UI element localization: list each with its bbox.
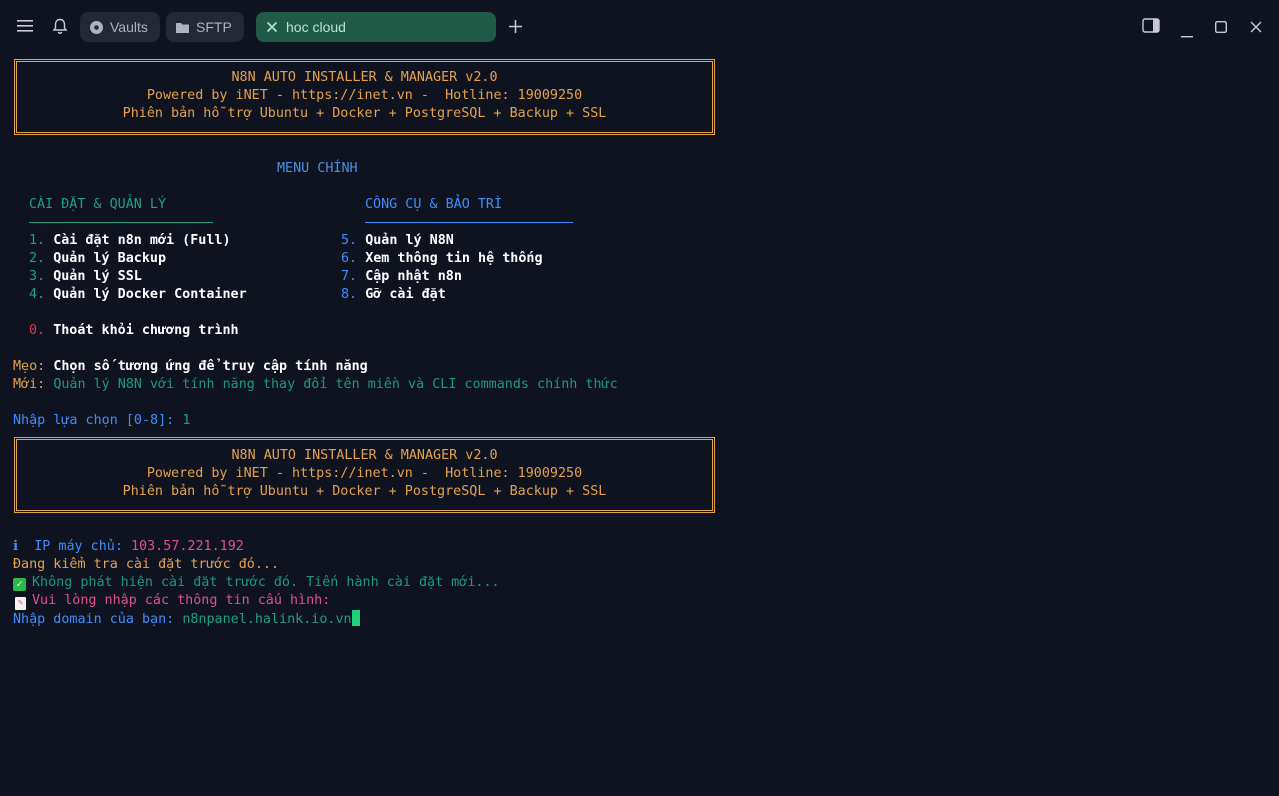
- menu-item-6: 6. Xem thông tin hệ thống: [341, 251, 543, 266]
- choice-prompt: Nhập lựa chọn [0-8]: 1: [13, 413, 191, 428]
- tab-vaults[interactable]: Vaults: [80, 12, 160, 42]
- menu-item-7: 7. Cập nhật n8n: [341, 269, 462, 284]
- menu-item-2: 2. Quản lý Backup: [29, 251, 167, 266]
- domain-input-value: n8npanel.halink.io.vn: [182, 612, 352, 627]
- tab-hoc-cloud[interactable]: hoc cloud: [256, 12, 496, 42]
- new-feature-line: Mới: Quản lý N8N với tính năng thay đổi …: [13, 377, 618, 392]
- menu-item-3: 3. Quản lý SSL: [29, 269, 142, 284]
- right-section-header: CÔNG CỤ & BẢO TRÌ: [365, 197, 503, 212]
- hamburger-menu-icon[interactable]: [17, 19, 33, 37]
- tip-line: Mẹo: Chọn số tương ứng để truy cập tính …: [13, 359, 368, 374]
- maximize-icon[interactable]: [1214, 20, 1228, 37]
- banner-box: N8N AUTO INSTALLER & MANAGER v2.0 Powere…: [14, 437, 715, 513]
- banner-title: N8N AUTO INSTALLER & MANAGER v2.0: [231, 448, 498, 463]
- menu-item-8: 8. Gỡ cài đặt: [341, 287, 446, 302]
- close-window-icon[interactable]: [1250, 21, 1262, 37]
- vault-icon: [88, 19, 104, 35]
- left-header-underline: [29, 222, 213, 223]
- banner-powered: Powered by iNET - https://inet.vn - Hotl…: [146, 88, 583, 103]
- tab-label: SFTP: [196, 19, 232, 35]
- menu-item-exit: 0. Thoát khỏi chương trình: [29, 323, 239, 338]
- sidebar-toggle-icon[interactable]: [1142, 18, 1160, 37]
- enter-info-line: ✎ Vui lòng nhập các thông tin cấu hình:: [13, 592, 330, 610]
- tab-label: Vaults: [110, 19, 148, 35]
- menu-title: MENU CHÍNH: [277, 161, 358, 176]
- check-mark-icon: ✓: [13, 578, 26, 591]
- banner-support: Phiên bản hỗ trợ Ubuntu + Docker + Postg…: [122, 484, 607, 499]
- terminal-output[interactable]: N8N AUTO INSTALLER & MANAGER v2.0 Powere…: [0, 54, 1279, 796]
- minimize-icon[interactable]: [1181, 26, 1193, 42]
- banner-title: N8N AUTO INSTALLER & MANAGER v2.0: [231, 70, 498, 85]
- menu-item-4: 4. Quản lý Docker Container: [29, 287, 247, 302]
- left-section-header: CÀI ĐẶT & QUẢN LÝ: [29, 197, 167, 212]
- domain-prompt[interactable]: Nhập domain của bạn: n8npanel.halink.io.…: [13, 610, 360, 628]
- choice-value: 1: [182, 413, 191, 428]
- banner-powered: Powered by iNET - https://inet.vn - Hotl…: [146, 466, 583, 481]
- terminal-cursor: [351, 610, 360, 626]
- bell-icon[interactable]: [52, 18, 68, 39]
- menu-item-5: 5. Quản lý N8N: [341, 233, 454, 248]
- title-bar: Vaults SFTP hoc cloud: [0, 0, 1279, 54]
- menu-item-1: 1. Cài đặt n8n mới (Full): [29, 233, 231, 248]
- memo-icon: ✎: [15, 597, 26, 610]
- close-icon[interactable]: [264, 19, 280, 35]
- ip-line: ℹ IP máy chủ: 103.57.221.192: [13, 539, 244, 554]
- banner-box: N8N AUTO INSTALLER & MANAGER v2.0 Powere…: [14, 59, 715, 135]
- banner-support: Phiên bản hỗ trợ Ubuntu + Docker + Postg…: [122, 106, 607, 121]
- folder-icon: [174, 19, 190, 35]
- right-header-underline: [365, 222, 573, 223]
- not-found-line: ✓ Không phát hiện cài đặt trước đó. Tiến …: [13, 574, 500, 592]
- tab-label: hoc cloud: [286, 19, 346, 35]
- tab-sftp[interactable]: SFTP: [166, 12, 244, 42]
- info-icon: ℹ: [13, 539, 19, 554]
- new-tab-plus-icon[interactable]: [508, 19, 523, 38]
- checking-line: Đang kiểm tra cài đặt trước đó...: [13, 557, 280, 572]
